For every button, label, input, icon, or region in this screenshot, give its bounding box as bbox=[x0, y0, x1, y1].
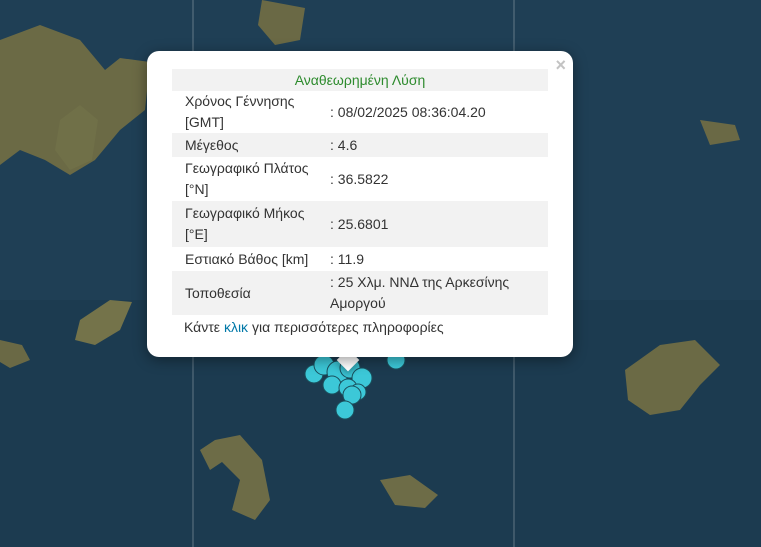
info-label: Γεωγραφικό Μήκος [°E] bbox=[172, 201, 327, 247]
info-value: : 25.6801 bbox=[327, 201, 548, 247]
earthquake-marker-icon[interactable] bbox=[335, 400, 355, 420]
more-info-link[interactable]: κλικ bbox=[224, 319, 248, 335]
earthquake-marker-icon[interactable] bbox=[322, 375, 342, 395]
info-value: : 4.6 bbox=[327, 133, 548, 157]
more-info-prefix: Κάντε bbox=[184, 319, 221, 335]
info-row-location: Τοποθεσία : 25 Χλμ. ΝΝΔ της Αρκεσίνης Αμ… bbox=[172, 271, 548, 315]
info-value: : 08/02/2025 08:36:04.20 bbox=[330, 103, 486, 120]
popup-title-row: Αναθεωρημένη Λύση bbox=[172, 69, 548, 91]
more-info-suffix: για περισσότερες πληροφορίες bbox=[251, 319, 444, 335]
info-row-longitude: Γεωγραφικό Μήκος [°E] : 25.6801 bbox=[172, 201, 548, 247]
earthquake-info-table: Αναθεωρημένη Λύση Χρόνος Γέννησης [GMT] … bbox=[172, 69, 548, 315]
info-label: Χρόνος Γέννησης [GMT] bbox=[185, 93, 295, 130]
info-row-origin-time: Χρόνος Γέννησης [GMT] : 08/02/2025 08:36… bbox=[172, 91, 548, 133]
info-row-magnitude: Μέγεθος : 4.6 bbox=[172, 133, 548, 157]
more-info-text: Κάντε κλικ για περισσότερες πληροφορίες bbox=[184, 319, 444, 335]
info-label: Μέγεθος bbox=[172, 133, 327, 157]
info-label: Γεωγραφικό Πλάτος [°N] bbox=[185, 160, 309, 197]
popup-title: Αναθεωρημένη Λύση bbox=[172, 69, 548, 91]
info-label: Τοποθεσία bbox=[172, 271, 327, 315]
earthquake-popup: × Αναθεωρημένη Λύση Χρόνος Γέννησης [GMT… bbox=[147, 51, 573, 357]
info-row-latitude: Γεωγραφικό Πλάτος [°N] : 36.5822 bbox=[172, 157, 548, 201]
info-value: : 36.5822 bbox=[330, 170, 389, 187]
info-row-depth: Εστιακό Βάθος [km] : 11.9 bbox=[172, 247, 548, 271]
close-icon[interactable]: × bbox=[555, 55, 566, 75]
info-label: Εστιακό Βάθος [km] bbox=[185, 250, 309, 267]
info-value: : 11.9 bbox=[330, 250, 364, 267]
info-value: : 25 Χλμ. ΝΝΔ της Αρκεσίνης Αμοργού bbox=[327, 271, 548, 315]
